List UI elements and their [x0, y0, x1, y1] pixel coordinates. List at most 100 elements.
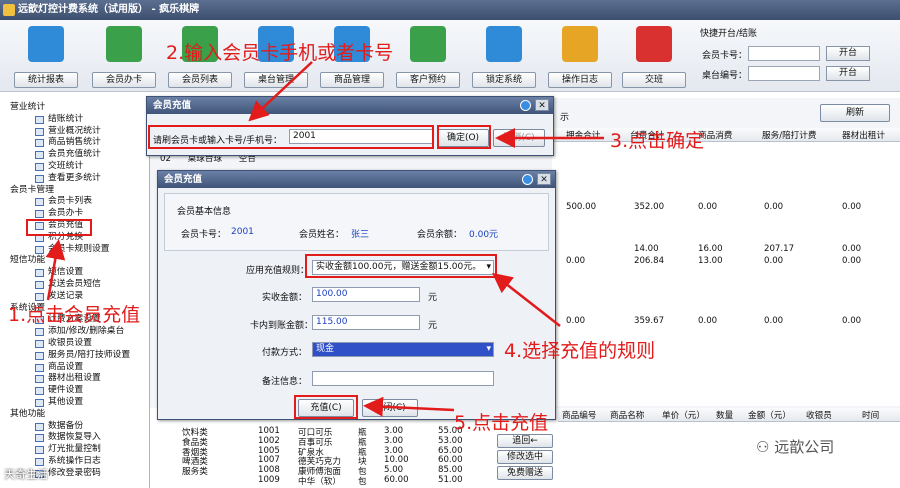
- tree-item-29[interactable]: 灯光批量控制: [0, 444, 149, 456]
- toolbar-item-0[interactable]: 统计报表: [14, 24, 78, 88]
- toolbar-item-5[interactable]: 客户预约: [396, 24, 460, 88]
- tree-item-19[interactable]: 添加/修改/删除桌台: [0, 326, 149, 338]
- table-cell: 13.00: [698, 256, 723, 266]
- tree-item-21[interactable]: 服务员/陪打技师设置: [0, 350, 149, 362]
- toolbar-button-2[interactable]: 会员列表: [168, 72, 232, 88]
- toolbar-button-7[interactable]: 操作日志: [548, 72, 612, 88]
- col-deposit: 押金合计: [566, 131, 601, 141]
- tree-item-icon: [35, 127, 44, 136]
- tree-grp-13[interactable]: 短信功能: [0, 255, 149, 267]
- pay-method-select[interactable]: 现金 ▾: [312, 342, 494, 357]
- note-label: 备注信息：: [262, 377, 308, 387]
- lower-col-name: 商品名称: [610, 411, 645, 421]
- product-amt: 51.00: [438, 475, 463, 485]
- window-title: 远歆灯控计费系统（试用版） - 疯乐棋牌: [18, 4, 200, 15]
- tree-item-6[interactable]: 查看更多统计: [0, 173, 149, 185]
- tree-item-8[interactable]: 会员卡列表: [0, 196, 149, 208]
- close-button[interactable]: 关闭(C): [362, 399, 418, 417]
- tree-item-icon: [35, 280, 44, 289]
- toolbar-button-4[interactable]: 商品管理: [320, 72, 384, 88]
- tree-label: 会员卡管理: [10, 184, 54, 195]
- tree-label: 会员充值统计: [48, 149, 101, 160]
- tree-item-23[interactable]: 器材出租设置: [0, 373, 149, 385]
- quick-open-title: 快捷开台/结账: [700, 29, 758, 39]
- toolbar-button-5[interactable]: 客户预约: [396, 72, 460, 88]
- annotation-3: 3.点击确定: [610, 130, 705, 152]
- card-amount-label: 卡内到账金额：: [250, 321, 314, 331]
- table-cell: 206.84: [634, 256, 665, 266]
- show-label: 示: [560, 113, 570, 123]
- card-no-value: 2001: [231, 227, 254, 237]
- quick-open-button-2[interactable]: 开台: [826, 66, 870, 81]
- toolbar-button-0[interactable]: 统计报表: [14, 72, 78, 88]
- pay-method-label: 付款方式：: [262, 348, 308, 358]
- tree-item-28[interactable]: 数据恢复导入: [0, 432, 149, 444]
- toolbar-button-8[interactable]: 交班: [622, 72, 686, 88]
- lower-col-code: 商品编号: [562, 411, 597, 421]
- product-code: 1008: [258, 465, 280, 476]
- tree-item-22[interactable]: 商品设置: [0, 362, 149, 374]
- tree-item-5[interactable]: 交班统计: [0, 161, 149, 173]
- tree-item-icon: [35, 387, 44, 396]
- table-cell: 352.00: [634, 202, 665, 212]
- highlight-member-recharge: [26, 219, 92, 236]
- tree-item-27[interactable]: 数据备份: [0, 421, 149, 433]
- product-price: 60.00: [384, 475, 409, 485]
- toolbar-button-6[interactable]: 锁定系统: [472, 72, 536, 88]
- left-nav-tree: 营业统计 结账统计 营业概况统计 商品销售统计 会员充值统计 交班统计 查看更多统计 会员卡管…: [0, 98, 150, 488]
- cancel-button[interactable]: 取消(C): [493, 129, 545, 147]
- lower-col-amount: 金额（元）: [748, 411, 791, 421]
- toolbar-button-1[interactable]: 会员办卡: [92, 72, 156, 88]
- close-icon[interactable]: ✕: [535, 99, 549, 111]
- received-label: 实收金额：: [262, 293, 308, 303]
- pin-icon: [522, 174, 533, 185]
- received-unit: 元: [428, 293, 438, 303]
- customer-icon: [410, 26, 446, 62]
- tree-label: 数据恢复导入: [48, 432, 101, 443]
- tree-item-24[interactable]: 硬件设置: [0, 385, 149, 397]
- card-amount-input[interactable]: 115.00: [312, 315, 420, 330]
- table-cell: 500.00: [566, 202, 597, 212]
- window-title-bar: 远歆灯控计费系统（试用版） - 疯乐棋牌: [0, 0, 900, 20]
- tree-item-1[interactable]: 结账统计: [0, 114, 149, 126]
- tree-item-icon: [35, 210, 44, 219]
- toolbar-item-7[interactable]: 操作日志: [548, 24, 612, 88]
- toolbar-item-8[interactable]: 交班: [622, 24, 686, 88]
- balance-label: 会员余额：: [417, 230, 463, 240]
- tree-grp-0[interactable]: 营业统计: [0, 102, 149, 114]
- tree-grp-7[interactable]: 会员卡管理: [0, 185, 149, 197]
- note-input[interactable]: [312, 371, 494, 386]
- tree-item-4[interactable]: 会员充值统计: [0, 149, 149, 161]
- tree-label: 器材出租设置: [48, 373, 101, 384]
- tree-item-2[interactable]: 营业概况统计: [0, 126, 149, 138]
- tree-item-icon: [35, 363, 44, 372]
- wechat-icon: ⚇: [756, 438, 770, 456]
- table-cell: 0.00: [764, 256, 784, 266]
- tree-item-15[interactable]: 发送会员短信: [0, 279, 149, 291]
- toolbar-button-3[interactable]: 桌台管理: [244, 72, 308, 88]
- bar-chart-icon: [28, 26, 64, 62]
- dialog1-caption: 会员充值 ✕: [147, 97, 553, 114]
- tree-item-3[interactable]: 商品销售统计: [0, 137, 149, 149]
- close-icon[interactable]: ✕: [537, 173, 551, 185]
- quick-card-input[interactable]: [748, 46, 820, 61]
- quick-open-button-1[interactable]: 开台: [826, 46, 870, 61]
- tree-item-12[interactable]: 会员卡规则设置: [0, 244, 149, 256]
- tree-item-25[interactable]: 其他设置: [0, 397, 149, 409]
- tree-item-14[interactable]: 短信设置: [0, 267, 149, 279]
- tree-item-20[interactable]: 收银员设置: [0, 338, 149, 350]
- tree-grp-26[interactable]: 其他功能: [0, 409, 149, 421]
- toolbar-item-1[interactable]: 会员办卡: [92, 24, 156, 88]
- tree-label: 商品销售统计: [48, 137, 101, 148]
- tree-label: 收银员设置: [48, 337, 92, 348]
- toolbar-item-6[interactable]: 锁定系统: [472, 24, 536, 88]
- recall-button[interactable]: 追回←: [497, 434, 553, 448]
- member-name-label: 会员姓名：: [299, 230, 345, 240]
- received-input[interactable]: 100.00: [312, 287, 420, 302]
- tree-label: 硬件设置: [48, 385, 84, 396]
- edit-selected-button[interactable]: 修改选中: [497, 450, 553, 464]
- quick-table-input[interactable]: [748, 66, 820, 81]
- free-gift-button[interactable]: 免费赠送: [497, 466, 553, 480]
- refresh-button[interactable]: 刷新: [820, 104, 890, 122]
- lower-col-time: 时间: [862, 411, 880, 421]
